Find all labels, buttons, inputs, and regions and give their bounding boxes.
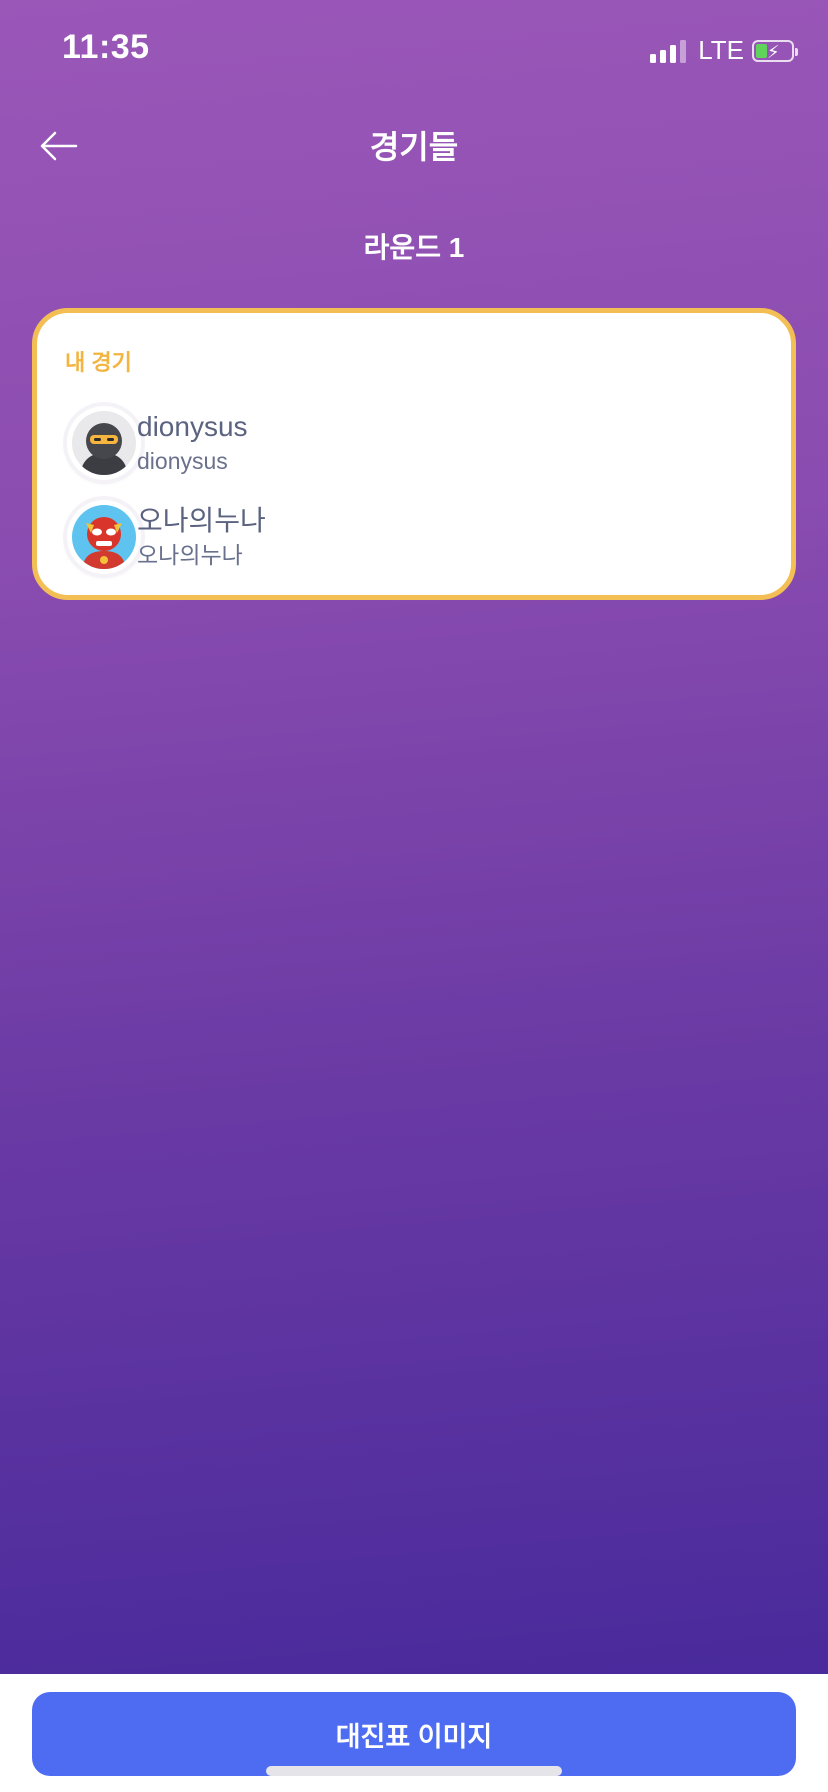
battery-icon: ⚡: [752, 39, 798, 62]
player-row[interactable]: dionysus dionysus: [67, 403, 248, 483]
status-indicators: LTE ⚡: [650, 35, 798, 66]
avatar: [67, 500, 141, 574]
page-title: 경기들: [369, 129, 459, 165]
player-info: dionysus dionysus: [137, 410, 248, 476]
red-masked-hero-avatar-icon: [72, 505, 136, 569]
network-type: LTE: [698, 35, 744, 65]
my-match-card[interactable]: 내 경기 dionysus dionysus 오나의누나 오나의누나: [32, 308, 796, 600]
player-name: 오나의누나: [137, 505, 266, 536]
home-indicator[interactable]: [266, 1766, 562, 1776]
screen: 11:35 LTE ⚡ 경기들 라운드 1 내 경기 dionysus dion…: [0, 0, 828, 1792]
player-info: 오나의누나 오나의누나: [137, 504, 266, 570]
player-id: dionysus: [137, 448, 228, 474]
player-id: 오나의누나: [137, 542, 243, 568]
my-match-label: 내 경기: [65, 350, 132, 375]
ninja-avatar-icon: [72, 411, 136, 475]
avatar: [67, 406, 141, 480]
player-name: dionysus: [137, 411, 248, 442]
bracket-image-button[interactable]: 대진표 이미지: [32, 1692, 796, 1776]
round-label: 라운드 1: [363, 232, 465, 263]
header: 경기들: [0, 100, 828, 190]
signal-icon: [650, 39, 687, 63]
status-time: 11:35: [62, 28, 150, 66]
player-row[interactable]: 오나의누나 오나의누나: [67, 497, 266, 577]
status-bar: 11:35 LTE ⚡: [0, 0, 828, 100]
